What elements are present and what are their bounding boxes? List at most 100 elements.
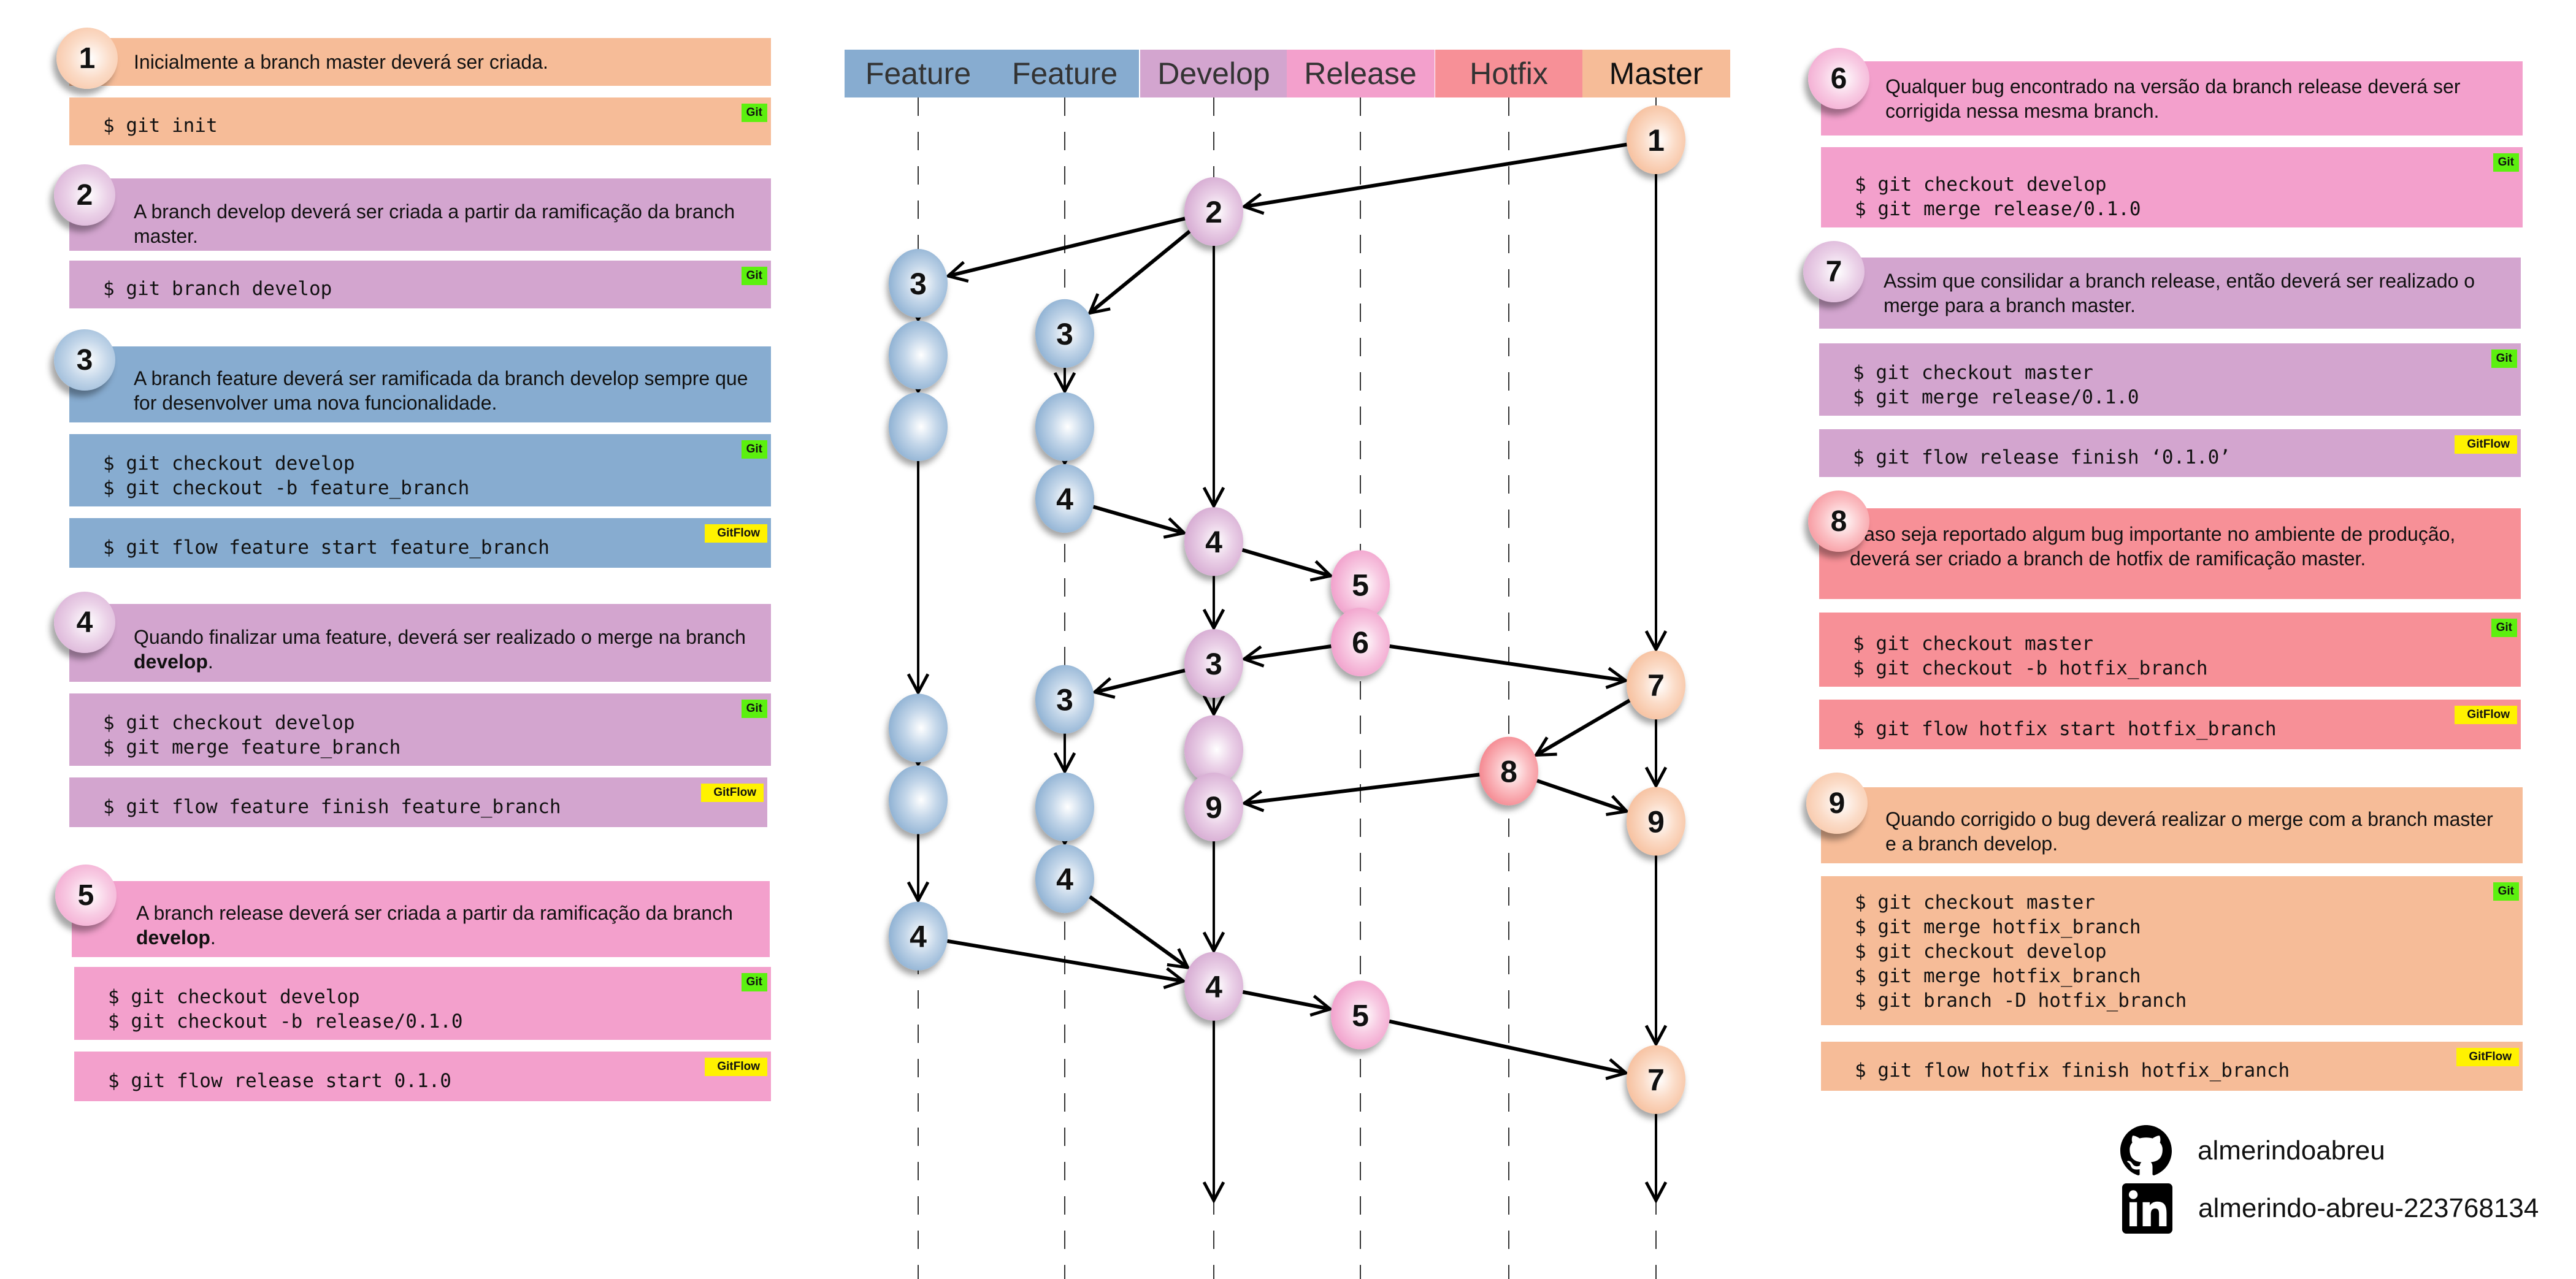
commit-label: 7 <box>1647 668 1665 703</box>
lane-label: Release <box>1304 56 1416 91</box>
command-line: $ git merge hotfix_branch <box>1855 916 2141 938</box>
edge-fb4b-d4b <box>1089 895 1188 968</box>
commit-node-develop: 9 <box>1184 773 1243 842</box>
linkedin-icon <box>2122 1183 2172 1234</box>
commit-circle <box>889 693 948 763</box>
commit-label: 6 <box>1352 625 1369 660</box>
github-link[interactable]: almerindoabreu <box>2120 1125 2385 1177</box>
commit-label: 7 <box>1647 1063 1665 1098</box>
github-icon <box>2120 1125 2172 1175</box>
command-line: $ git merge release/0.1.0 <box>1853 386 2139 408</box>
commit-node-develop: 2 <box>1184 177 1243 246</box>
commit-node-feature <box>1035 392 1094 461</box>
git-badge: Git <box>2493 153 2519 172</box>
commit-node-master: 1 <box>1627 105 1685 174</box>
commit-node-feature: 3 <box>1035 665 1094 734</box>
gitflow-badge: GitFlow <box>2456 1048 2519 1066</box>
edge-r5b-m7b <box>1389 1019 1626 1073</box>
edge-d2-fa3 <box>948 216 1186 276</box>
edge-d3-fb3b <box>1095 668 1186 692</box>
command-line: $ git checkout develop <box>1855 174 2107 196</box>
edge-r6-m7 <box>1389 644 1626 681</box>
command-line: $ git branch -D hotfix_branch <box>1855 990 2187 1012</box>
commit-circle <box>1035 773 1094 842</box>
commit-node-master: 7 <box>1627 651 1685 720</box>
git-badge: Git <box>2491 619 2517 637</box>
step-7-description: Assim que consilidar a branch release, e… <box>1819 258 2521 329</box>
commit-node-master: 9 <box>1627 787 1685 856</box>
step-8-description-text: Caso seja reportado algum bug importante… <box>1850 522 2456 570</box>
commit-label: 4 <box>910 920 927 954</box>
commit-label: 4 <box>1205 970 1222 1004</box>
command-line: $ git checkout master <box>1853 633 2093 655</box>
step-8-gitflow-command: $ git flow hotfix start hotfix_branch Gi… <box>1819 700 2521 749</box>
commit-label: 5 <box>1352 998 1369 1033</box>
step-9-description-text: Quando corrigido o bug deverá realizar o… <box>1885 808 2493 855</box>
step-7-number-badge: 7 <box>1803 241 1865 302</box>
commit-label: 9 <box>1205 790 1222 825</box>
lane-label: Hotfix <box>1470 56 1548 91</box>
commit-node-develop: 4 <box>1184 952 1243 1021</box>
commit-circle <box>889 392 948 461</box>
github-username: almerindoabreu <box>2198 1136 2385 1166</box>
commit-node-hotfix: 8 <box>1479 736 1538 806</box>
commit-label: 9 <box>1647 805 1665 839</box>
lane-headers: Feature Feature Develop Release Hotfix Master <box>845 50 1730 97</box>
commit-label: 3 <box>910 267 927 301</box>
linkedin-username: almerindo-abreu-223768134 <box>2198 1193 2539 1223</box>
commit-label: 4 <box>1205 525 1222 559</box>
step-6-description: Qualquer bug encontrado na versão da bra… <box>1821 61 2523 136</box>
commit-label: 8 <box>1500 755 1517 789</box>
step-6-git-commands: $ git checkout develop $ git merge relea… <box>1821 147 2523 227</box>
edges <box>918 142 1656 1201</box>
commit-node-feature: 4 <box>1035 844 1094 914</box>
command-line: $ git merge release/0.1.0 <box>1855 198 2141 220</box>
command-line: $ git checkout develop <box>1855 941 2107 963</box>
commit-node-feature: 3 <box>1035 299 1094 368</box>
commit-label: 3 <box>1056 683 1073 717</box>
commit-label: 5 <box>1352 568 1369 602</box>
lane-label: Feature <box>865 56 971 91</box>
command-line: $ git checkout -b hotfix_branch <box>1853 657 2208 679</box>
step-7-description-text: Assim que consilidar a branch release, e… <box>1884 270 2475 316</box>
gitflow-badge: GitFlow <box>2455 435 2517 454</box>
step-6-description-text: Qualquer bug encontrado na versão da bra… <box>1885 75 2461 122</box>
step-9-git-commands: $ git checkout master $ git merge hotfix… <box>1821 876 2523 1025</box>
commit-node-feature <box>889 321 948 389</box>
edge-d4-r5 <box>1241 548 1331 576</box>
git-badge: Git <box>2491 349 2517 368</box>
command-line: $ git checkout master <box>1855 891 2095 914</box>
edge-fb4-d4 <box>1092 505 1184 533</box>
lane-guides <box>918 97 1657 1279</box>
commit-node-feature <box>889 765 948 834</box>
edge-m1-d2 <box>1244 142 1627 207</box>
gitflow-badge: GitFlow <box>2455 706 2517 724</box>
command-line: $ git checkout master <box>1853 362 2093 384</box>
edge-m7-h8 <box>1536 698 1631 755</box>
edge-d4b-r5b <box>1242 990 1330 1009</box>
lane-label: Master <box>1609 56 1703 91</box>
command-line: $ git flow hotfix finish hotfix_branch <box>1855 1059 2290 1082</box>
step-8-number-badge: 8 <box>1808 491 1869 552</box>
linkedin-link[interactable]: almerindo-abreu-223768134 <box>2122 1183 2539 1234</box>
step-9-description: Quando corrigido o bug deverá realizar o… <box>1821 787 2523 863</box>
commit-label: 3 <box>1056 317 1073 351</box>
commit-node-feature <box>1035 773 1094 842</box>
commit-node-feature <box>889 392 948 461</box>
step-8-git-commands: $ git checkout master $ git checkout -b … <box>1819 613 2521 687</box>
lane-label: Feature <box>1012 56 1117 91</box>
commit-label: 3 <box>1205 647 1222 681</box>
git-badge: Git <box>2493 882 2519 901</box>
commit-node-develop: 4 <box>1184 507 1243 576</box>
step-6-number-badge: 6 <box>1808 48 1869 109</box>
commit-node-release: 5 <box>1331 980 1390 1050</box>
step-7-git-commands: $ git checkout master $ git merge releas… <box>1819 343 2521 416</box>
commit-node-master: 7 <box>1627 1045 1685 1114</box>
edge-r6-d3 <box>1244 644 1332 659</box>
commit-node-feature: 4 <box>889 901 948 971</box>
commit-circle <box>889 321 948 389</box>
commit-node-feature: 3 <box>889 249 948 318</box>
commit-label: 1 <box>1647 123 1665 158</box>
lane-label: Develop <box>1157 56 1270 91</box>
commit-node-feature: 4 <box>1035 464 1094 533</box>
